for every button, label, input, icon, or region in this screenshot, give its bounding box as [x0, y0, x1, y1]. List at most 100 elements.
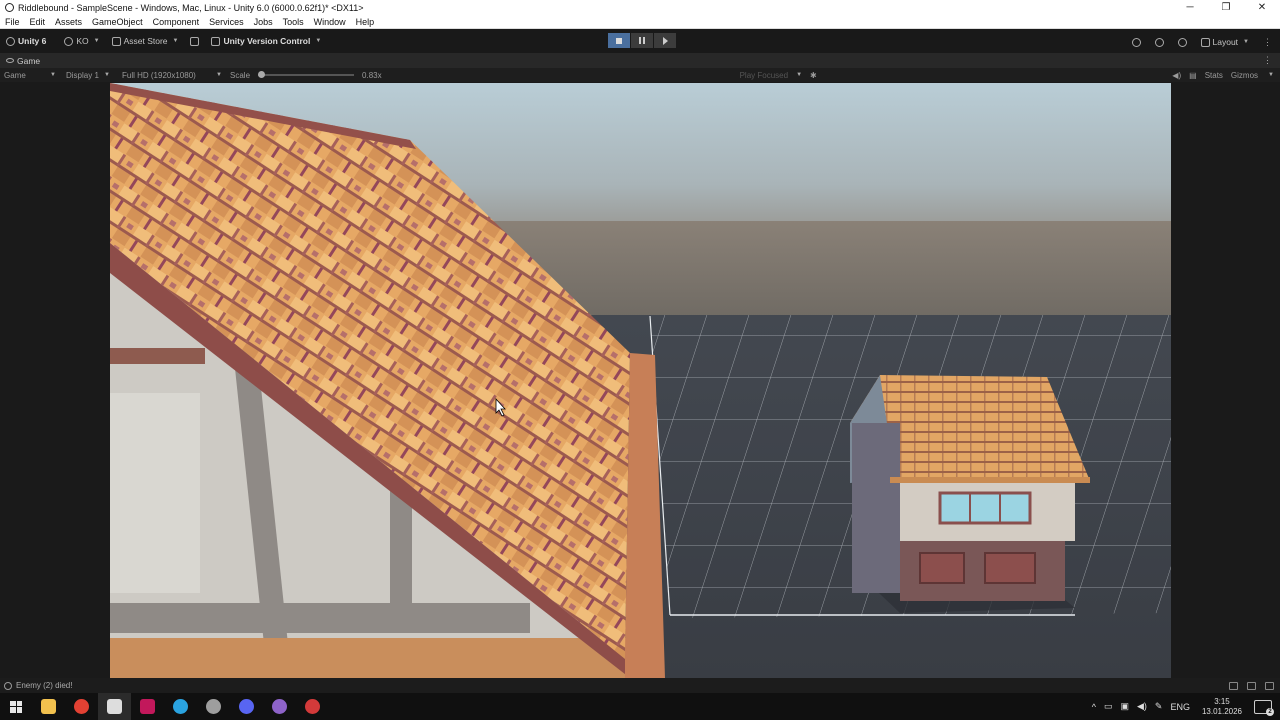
- layout-label: Layout: [1212, 37, 1239, 47]
- account-label: KO: [76, 36, 89, 46]
- close-button[interactable]: ✕: [1244, 0, 1280, 15]
- play-stop-button[interactable]: [608, 33, 630, 48]
- pause-icon: [639, 37, 645, 44]
- taskbar-app-unity[interactable]: [98, 693, 131, 720]
- bug-report-icon[interactable]: [1229, 681, 1238, 690]
- cache-icon[interactable]: [1247, 681, 1256, 690]
- history-icon[interactable]: [1154, 37, 1164, 47]
- search-icon[interactable]: [1177, 37, 1187, 47]
- taskbar-app-chrome[interactable]: [65, 693, 98, 720]
- discord-icon: [239, 699, 254, 714]
- menu-jobs[interactable]: Jobs: [249, 15, 278, 29]
- menu-window[interactable]: Window: [309, 15, 351, 29]
- language-indicator[interactable]: ENG: [1170, 702, 1190, 712]
- pen-icon[interactable]: ✎: [1155, 701, 1163, 712]
- resolution-select[interactable]: Full HD (1920x1080) ▼: [118, 71, 226, 80]
- account-icon: [64, 36, 74, 46]
- cloud-diagnostics-button[interactable]: [184, 32, 205, 50]
- branch-icon: [211, 36, 221, 46]
- unity-hub-button[interactable]: Unity 6: [0, 32, 52, 50]
- status-message[interactable]: Enemy (2) died!: [16, 681, 72, 690]
- display-select-label: Display 1: [66, 70, 99, 80]
- status-bar-icons: [1229, 681, 1274, 690]
- view-select[interactable]: Game ▼: [0, 71, 60, 80]
- gizmos-toggle[interactable]: Gizmos: [1231, 71, 1258, 80]
- unity-icon: [107, 699, 122, 714]
- scale-slider[interactable]: [258, 71, 355, 78]
- chrome-icon: [74, 699, 89, 714]
- chevron-up-icon[interactable]: ^: [1092, 702, 1096, 712]
- step-button[interactable]: [654, 33, 676, 48]
- network-icon[interactable]: ▣: [1120, 701, 1129, 712]
- game-controller-icon: [6, 58, 14, 63]
- stop-icon: [616, 37, 622, 44]
- account-button[interactable]: KO ▼: [58, 32, 105, 50]
- taskbar-app-file-explorer[interactable]: [32, 693, 65, 720]
- menu-gameobject[interactable]: GameObject: [87, 15, 148, 29]
- menu-tools[interactable]: Tools: [278, 15, 309, 29]
- taskbar-app-github[interactable]: [263, 693, 296, 720]
- pause-button[interactable]: [631, 33, 653, 48]
- small-house-door: [984, 552, 1036, 584]
- volume-icon[interactable]: ◀): [1137, 701, 1147, 712]
- menu-assets[interactable]: Assets: [50, 15, 87, 29]
- window-title-bar: Riddlebound - SampleScene - Windows, Mac…: [0, 0, 1280, 15]
- audio-mute-icon[interactable]: ◀): [1172, 71, 1181, 80]
- notification-center-button[interactable]: 2: [1254, 699, 1274, 716]
- taskbar-app-telegram[interactable]: [164, 693, 197, 720]
- small-house-trim: [890, 477, 1090, 483]
- kebab-menu-icon[interactable]: ⋮: [1263, 37, 1272, 48]
- display-select[interactable]: Display 1 ▼: [62, 71, 114, 80]
- taskbar-app-rider[interactable]: [131, 693, 164, 720]
- small-house-side-wall: [852, 423, 900, 593]
- stats-toggle[interactable]: Stats: [1205, 71, 1223, 80]
- rider-icon: [140, 699, 155, 714]
- progress-icon[interactable]: [1265, 681, 1274, 690]
- menu-component[interactable]: Component: [148, 15, 205, 29]
- game-viewport[interactable]: [110, 83, 1171, 678]
- layout-dropdown[interactable]: Layout ▼: [1200, 33, 1249, 51]
- tray-app-icon[interactable]: ▭: [1104, 701, 1113, 712]
- step-icon: [662, 36, 668, 45]
- bug-icon[interactable]: ✱: [806, 71, 821, 80]
- minimize-button[interactable]: ─: [1172, 0, 1208, 15]
- tab-game-label: Game: [17, 55, 41, 66]
- info-icon: [4, 681, 12, 690]
- scale-slider-knob[interactable]: [258, 71, 266, 78]
- menu-services[interactable]: Services: [204, 15, 249, 29]
- game-settings-icon[interactable]: ▤: [1189, 71, 1197, 80]
- maximize-button[interactable]: ❐: [1208, 0, 1244, 15]
- play-mode-label: Play Focused: [739, 70, 789, 80]
- game-bar-right: ◀) ▤ Stats Gizmos ▼: [1172, 71, 1274, 80]
- tab-game[interactable]: Game: [0, 56, 40, 66]
- asset-store-button[interactable]: Asset Store ▼: [106, 32, 185, 50]
- menu-help[interactable]: Help: [351, 15, 380, 29]
- game-tab-row: Game ⋮: [0, 53, 1280, 68]
- box-icon: [190, 36, 200, 46]
- small-house-door: [919, 552, 965, 584]
- play-mode-select[interactable]: Play Focused ▼: [736, 71, 806, 80]
- version-control-button[interactable]: Unity Version Control ▼: [205, 32, 327, 50]
- clock-time: 3:15: [1214, 696, 1230, 706]
- window-title: Riddlebound - SampleScene - Windows, Mac…: [18, 2, 364, 13]
- taskbar-app-discord[interactable]: [230, 693, 263, 720]
- view-select-label: Game: [4, 70, 26, 80]
- menu-edit[interactable]: Edit: [25, 15, 51, 29]
- chevron-down-icon[interactable]: ▼: [1268, 72, 1274, 78]
- scale-value: 0.83x: [362, 70, 382, 80]
- tab-menu-icon[interactable]: ⋮: [1263, 55, 1272, 66]
- chevron-down-icon: ▼: [315, 38, 322, 44]
- asset-store-label: Asset Store: [123, 36, 168, 46]
- taskbar-app-obs[interactable]: [296, 693, 329, 720]
- game-view-bar: Game ▼ Display 1 ▼ Full HD (1920x1080) ▼…: [0, 68, 1280, 82]
- resolution-select-label: Full HD (1920x1080): [122, 70, 196, 80]
- menu-file[interactable]: File: [0, 15, 25, 29]
- chevron-down-icon: ▼: [796, 72, 803, 78]
- start-button[interactable]: [0, 693, 32, 720]
- clock[interactable]: 3:15 13.01.2026: [1202, 697, 1242, 717]
- taskbar-app-cursor[interactable]: [197, 693, 230, 720]
- main-toolbar: Unity 6 KO ▼ Asset Store ▼ Unity Version…: [0, 29, 1280, 53]
- clock-date: 13.01.2026: [1201, 706, 1242, 716]
- cloud-icon[interactable]: [1131, 37, 1141, 47]
- layout-icon: [1200, 37, 1210, 47]
